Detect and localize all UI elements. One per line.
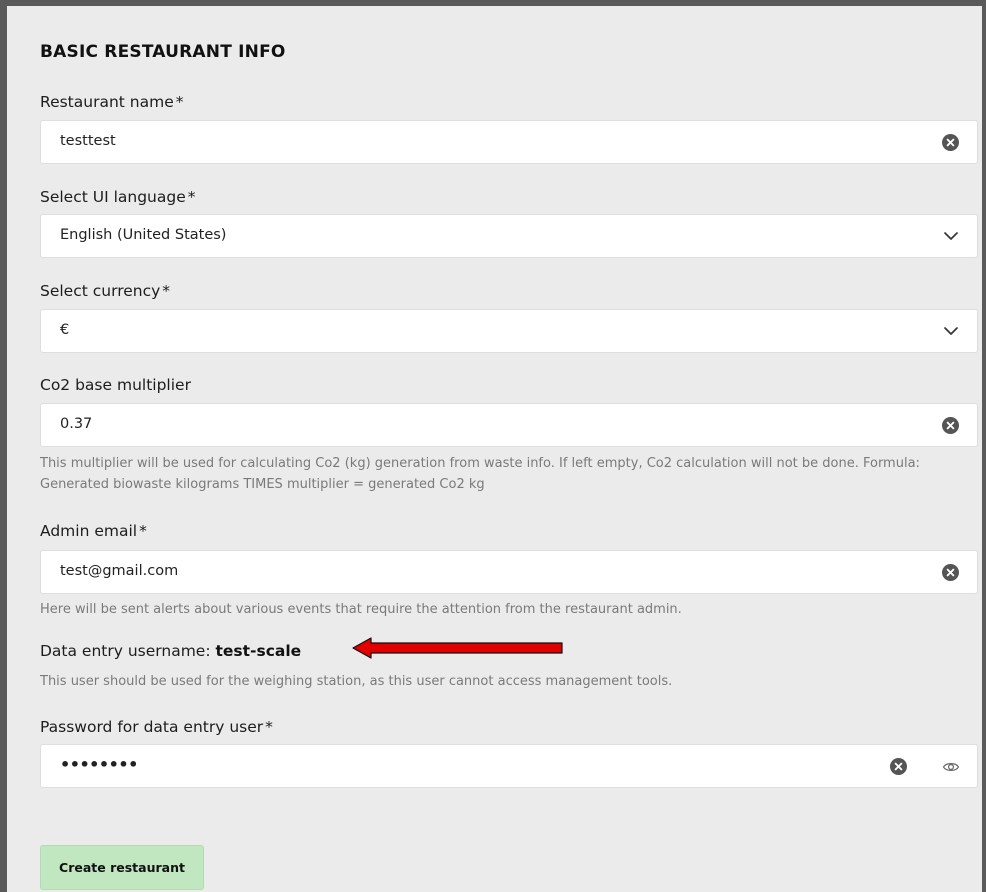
- admin-email-label: Admin email *: [40, 522, 147, 540]
- red-arrow-annotation-icon: [352, 637, 563, 659]
- password-value: ••••••••: [60, 755, 138, 774]
- password-label: Password for data entry user *: [40, 718, 273, 736]
- data-entry-help: This user should be used for the weighin…: [40, 674, 673, 689]
- clear-x-circle-icon[interactable]: [942, 564, 959, 581]
- currency-label: Select currency *: [40, 282, 171, 300]
- restaurant-name-value: testtest: [60, 133, 116, 149]
- co2-multiplier-input[interactable]: 0.37: [40, 403, 978, 447]
- currency-value: €: [60, 322, 70, 338]
- admin-email-input[interactable]: test@gmail.com: [40, 550, 978, 594]
- admin-email-help: Here will be sent alerts about various e…: [40, 602, 682, 617]
- co2-multiplier-help: This multiplier will be used for calcula…: [40, 456, 920, 492]
- section-title: BASIC RESTAURANT INFO: [40, 42, 286, 62]
- password-input[interactable]: ••••••••: [40, 744, 978, 788]
- clear-x-circle-icon[interactable]: [942, 134, 959, 151]
- data-entry-username-value: test-scale: [215, 642, 302, 660]
- ui-language-value: English (United States): [60, 227, 227, 243]
- clear-x-circle-icon[interactable]: [890, 758, 907, 775]
- create-restaurant-button[interactable]: Create restaurant: [40, 845, 204, 890]
- restaurant-name-input[interactable]: testtest: [40, 120, 978, 164]
- eye-icon[interactable]: [942, 759, 960, 775]
- admin-email-value: test@gmail.com: [60, 563, 179, 579]
- form-panel: BASIC RESTAURANT INFO Restaurant name * t…: [0, 0, 986, 892]
- clear-x-circle-icon[interactable]: [942, 417, 959, 434]
- ui-language-select[interactable]: English (United States): [40, 214, 978, 258]
- currency-select[interactable]: €: [40, 309, 978, 353]
- restaurant-name-label: Restaurant name *: [40, 93, 184, 111]
- co2-multiplier-value: 0.37: [60, 416, 93, 432]
- chevron-down-icon: [944, 232, 958, 240]
- ui-language-label: Select UI language *: [40, 188, 196, 206]
- data-entry-username-label: Data entry username: test-scale: [40, 642, 302, 660]
- co2-multiplier-label: Co2 base multiplier: [40, 376, 191, 394]
- chevron-down-icon: [944, 327, 958, 335]
